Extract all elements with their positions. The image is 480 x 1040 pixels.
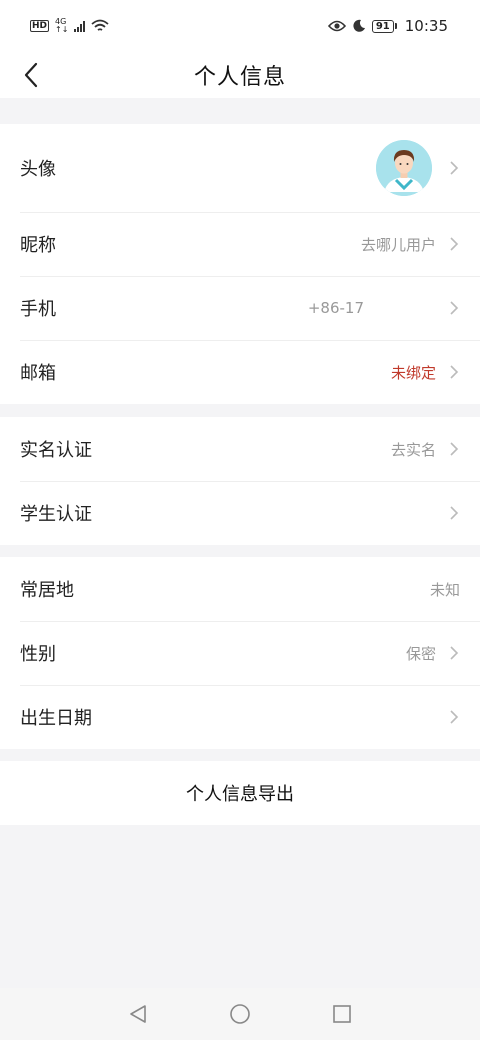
battery-icon: 91 [371, 19, 397, 33]
page-title: 个人信息 [193, 65, 286, 90]
eye-icon [327, 20, 346, 32]
circle-home-icon [230, 1004, 250, 1024]
info-group: 常居地 未知 性别 保密 出生日期 [0, 557, 480, 749]
status-left: HD 4G ↑↓ [30, 18, 110, 34]
nav-home-button[interactable] [227, 1001, 253, 1027]
birthday-label: 出生日期 [20, 708, 92, 729]
email-status: 未绑定 [390, 363, 436, 382]
phone-row[interactable]: 手机 +86-17 [0, 276, 480, 340]
residence-value: 未知 [429, 580, 460, 599]
chevron-right-icon [448, 300, 460, 316]
email-label: 邮箱 [20, 363, 56, 384]
square-recents-icon [333, 1005, 351, 1023]
export-info-button[interactable]: 个人信息导出 [0, 761, 480, 825]
chevron-left-icon [24, 62, 38, 88]
network-activity-label: ↑↓ [55, 25, 69, 34]
screen: HD 4G ↑↓ 91 10:35 个人信息 头像 昵称 去哪儿用户 手机 +8… [0, 0, 480, 1040]
nav-back-button[interactable] [125, 1001, 151, 1027]
status-time: 10:35 [404, 17, 448, 35]
signal-icon [74, 20, 86, 32]
chevron-right-icon [448, 160, 460, 176]
student-row[interactable]: 学生认证 [0, 481, 480, 545]
gender-row[interactable]: 性别 保密 [0, 621, 480, 685]
student-label: 学生认证 [20, 504, 92, 525]
realname-value: 去实名 [390, 440, 436, 459]
nickname-label: 昵称 [20, 235, 56, 256]
battery-level: 91 [371, 19, 394, 33]
realname-row[interactable]: 实名认证 去实名 [0, 417, 480, 481]
back-button[interactable] [14, 58, 48, 92]
chevron-right-icon [448, 645, 460, 661]
avatar [376, 140, 432, 196]
nav-recents-button[interactable] [329, 1001, 355, 1027]
avatar-row[interactable]: 头像 [0, 124, 480, 212]
gender-label: 性别 [20, 644, 56, 665]
chevron-right-icon [448, 709, 460, 725]
phone-value: +86-17 [307, 299, 364, 317]
chevron-right-icon [448, 441, 460, 457]
triangle-back-icon [130, 1005, 146, 1023]
wifi-icon [91, 19, 110, 31]
profile-group: 头像 昵称 去哪儿用户 手机 +86-17 邮箱 未绑定 [0, 124, 480, 404]
export-info-label: 个人信息导出 [186, 784, 294, 805]
nav-header: 个人信息 [0, 52, 480, 98]
network-type-icon: 4G ↑↓ [55, 18, 68, 34]
avatar-illustration [376, 140, 432, 196]
birthday-row[interactable]: 出生日期 [0, 685, 480, 749]
gender-value: 保密 [405, 644, 436, 663]
system-navigation-bar [0, 988, 480, 1040]
moon-icon [353, 19, 365, 32]
residence-label: 常居地 [20, 580, 74, 601]
status-bar: HD 4G ↑↓ 91 10:35 [0, 0, 480, 52]
status-right: 91 10:35 [327, 17, 448, 35]
verification-group: 实名认证 去实名 学生认证 [0, 417, 480, 545]
chevron-right-icon [448, 505, 460, 521]
chevron-right-icon [448, 236, 460, 252]
email-row[interactable]: 邮箱 未绑定 [0, 340, 480, 404]
nickname-value: 去哪儿用户 [360, 235, 436, 254]
chevron-right-icon [448, 364, 460, 380]
residence-row[interactable]: 常居地 未知 [0, 557, 480, 621]
nickname-row[interactable]: 昵称 去哪儿用户 [0, 212, 480, 276]
phone-label: 手机 [20, 299, 56, 320]
avatar-label: 头像 [20, 159, 56, 180]
hd-icon: HD [30, 20, 50, 32]
realname-label: 实名认证 [20, 440, 92, 461]
